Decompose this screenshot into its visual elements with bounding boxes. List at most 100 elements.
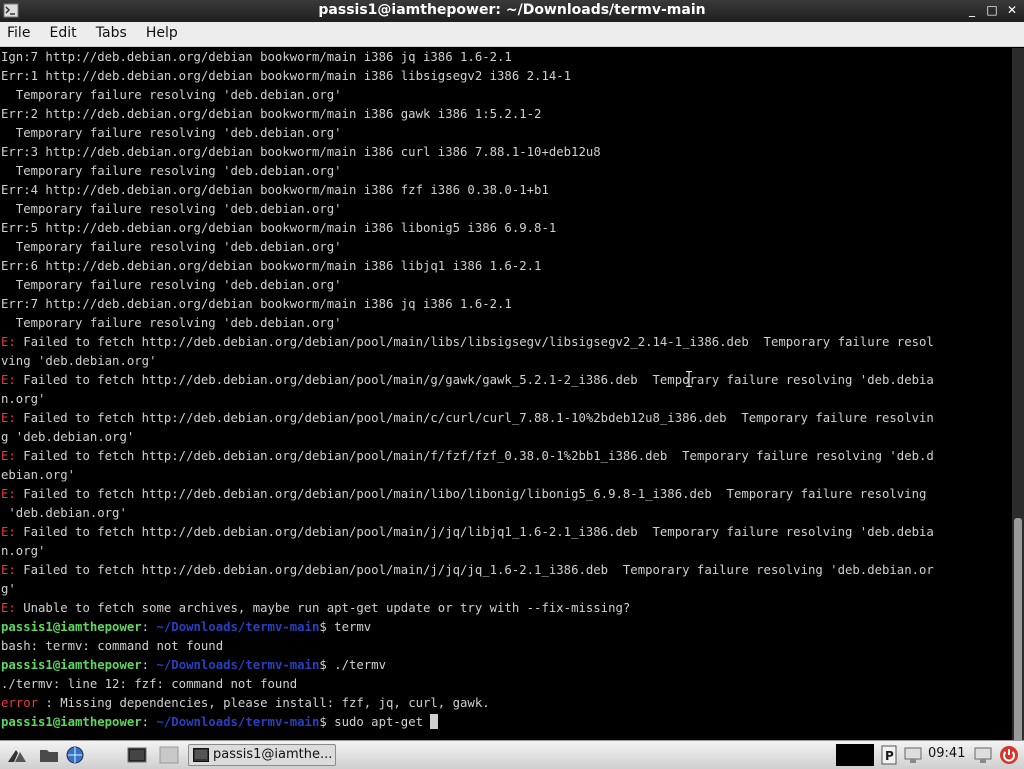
close-button[interactable]: ✕	[1004, 2, 1020, 18]
terminal-line: E: Failed to fetch http://deb.debian.org…	[0, 371, 1012, 390]
terminal-line: Temporary failure resolving 'deb.debian.…	[0, 314, 1012, 333]
output-text: Err:4 http://deb.debian.org/debian bookw…	[1, 183, 549, 197]
terminal-line: Err:4 http://deb.debian.org/debian bookw…	[0, 181, 1012, 200]
terminal-line: Err:1 http://deb.debian.org/debian bookw…	[0, 67, 1012, 86]
output-text: n.org'	[1, 544, 46, 558]
network-icon[interactable]	[902, 744, 924, 766]
svg-text:P: P	[885, 749, 894, 763]
output-text: Err:7 http://deb.debian.org/debian bookw…	[1, 297, 512, 311]
terminal-line: g 'deb.debian.org'	[0, 428, 1012, 447]
output-text: Err:6 http://deb.debian.org/debian bookw…	[1, 259, 542, 273]
web-browser-icon[interactable]	[64, 744, 86, 766]
terminal-line: Temporary failure resolving 'deb.debian.…	[0, 276, 1012, 295]
output-text: bash: termv: command not found	[1, 639, 224, 653]
terminal-line: n.org'	[0, 390, 1012, 409]
terminal-line: passis1@iamthepower: ~/Downloads/termv-m…	[0, 618, 1012, 637]
prompt-path: ~/Downloads/termv-main	[156, 658, 320, 672]
prompt-user: passis1@iamthepower	[1, 658, 142, 672]
tray-widget[interactable]	[836, 744, 874, 766]
task-label: passis1@iamthe...	[213, 747, 333, 762]
terminal-line: ving 'deb.debian.org'	[0, 352, 1012, 371]
volume-icon[interactable]	[972, 744, 994, 766]
error-marker: E:	[1, 373, 16, 387]
terminal-line: Ign:7 http://deb.debian.org/debian bookw…	[0, 48, 1012, 67]
output-text: Temporary failure resolving 'deb.debian.…	[1, 88, 342, 102]
terminal-line: n.org'	[0, 542, 1012, 561]
shutdown-icon[interactable]	[998, 744, 1020, 766]
output-text: Failed to fetch http://deb.debian.org/de…	[15, 563, 934, 577]
terminal-line: E: Failed to fetch http://deb.debian.org…	[0, 523, 1012, 542]
terminal-line: Err:7 http://deb.debian.org/debian bookw…	[0, 295, 1012, 314]
terminal-line: passis1@iamthepower: ~/Downloads/termv-m…	[0, 656, 1012, 675]
prompt-user: passis1@iamthepower	[1, 620, 142, 634]
scrollbar-thumb[interactable]	[1014, 518, 1022, 768]
error-marker: E:	[1, 335, 16, 349]
output-text: Temporary failure resolving 'deb.debian.…	[1, 164, 342, 178]
pager-icon[interactable]: P	[878, 744, 900, 766]
output-text: Unable to fetch some archives, maybe run…	[15, 601, 631, 615]
output-text: $ sudo apt-get	[319, 715, 431, 729]
error-marker: E:	[1, 411, 16, 425]
terminal-line: E: Failed to fetch http://deb.debian.org…	[0, 333, 1012, 352]
error-marker: E:	[1, 601, 16, 615]
output-text: Failed to fetch http://deb.debian.org/de…	[15, 373, 934, 387]
terminal-line: Temporary failure resolving 'deb.debian.…	[0, 86, 1012, 105]
output-text: Failed to fetch http://deb.debian.org/de…	[15, 525, 934, 539]
output-text: Failed to fetch http://deb.debian.org/de…	[15, 487, 927, 501]
terminal-line: Err:3 http://deb.debian.org/debian bookw…	[0, 143, 1012, 162]
window-titlebar[interactable]: passis1@iamthepower: ~/Downloads/termv-m…	[0, 0, 1024, 22]
error-marker: E:	[1, 525, 16, 539]
output-text: Err:1 http://deb.debian.org/debian bookw…	[1, 69, 572, 83]
menu-tabs[interactable]: Tabs	[89, 22, 134, 41]
minimize-button[interactable]: _	[964, 2, 980, 18]
terminal-line: Temporary failure resolving 'deb.debian.…	[0, 124, 1012, 143]
terminal-line: Temporary failure resolving 'deb.debian.…	[0, 238, 1012, 257]
terminal-line: 'deb.debian.org'	[0, 504, 1012, 523]
terminal-output[interactable]: Ign:7 http://deb.debian.org/debian bookw…	[0, 48, 1012, 740]
output-text: Err:2 http://deb.debian.org/debian bookw…	[1, 107, 542, 121]
file-manager-icon[interactable]	[38, 744, 60, 766]
terminal-task-icon	[193, 748, 209, 762]
output-text: g'	[1, 582, 16, 596]
error-marker: E:	[1, 449, 16, 463]
clock[interactable]: 09:41	[928, 746, 965, 761]
output-text: g 'deb.debian.org'	[1, 430, 135, 444]
menu-file[interactable]: File	[0, 22, 37, 41]
output-text: n.org'	[1, 392, 46, 406]
terminal-line: E: Failed to fetch http://deb.debian.org…	[0, 447, 1012, 466]
terminal-line: bash: termv: command not found	[0, 637, 1012, 656]
output-text: 'deb.debian.org'	[1, 506, 127, 520]
maximize-button[interactable]: □	[984, 2, 1000, 18]
taskbar-task-terminal[interactable]: passis1@iamthe...	[188, 744, 336, 766]
start-menu-icon[interactable]	[6, 744, 28, 766]
output-text: Temporary failure resolving 'deb.debian.…	[1, 126, 342, 140]
output-text: Failed to fetch http://deb.debian.org/de…	[15, 411, 934, 425]
terminal-line: E: Failed to fetch http://deb.debian.org…	[0, 409, 1012, 428]
terminal-line: passis1@iamthepower: ~/Downloads/termv-m…	[0, 713, 1012, 732]
error-marker: E:	[1, 487, 16, 501]
terminal-line: Err:2 http://deb.debian.org/debian bookw…	[0, 105, 1012, 124]
error-marker: error	[1, 696, 39, 710]
window-title: passis1@iamthepower: ~/Downloads/termv-m…	[318, 2, 706, 18]
terminal-scrollbar[interactable]	[1012, 48, 1024, 768]
output-text: :	[141, 715, 157, 729]
terminal-icon[interactable]	[126, 744, 148, 766]
output-text: $ ./termv	[319, 658, 386, 672]
terminal-line: error : Missing dependencies, please ins…	[0, 694, 1012, 713]
terminal-line: Err:5 http://deb.debian.org/debian bookw…	[0, 219, 1012, 238]
output-text: Temporary failure resolving 'deb.debian.…	[1, 316, 342, 330]
output-text: Failed to fetch http://deb.debian.org/de…	[15, 449, 934, 463]
terminal-line: ebian.org'	[0, 466, 1012, 485]
output-text: $ termv	[319, 620, 372, 634]
output-text: : Missing dependencies, please install: …	[38, 696, 490, 710]
output-text: Temporary failure resolving 'deb.debian.…	[1, 240, 342, 254]
output-text: Ign:7 http://deb.debian.org/debian bookw…	[1, 50, 512, 64]
blank-window-icon[interactable]	[158, 744, 180, 766]
prompt-user: passis1@iamthepower	[1, 715, 142, 729]
output-text: Err:5 http://deb.debian.org/debian bookw…	[1, 221, 557, 235]
menu-edit[interactable]: Edit	[43, 22, 84, 41]
terminal-line: Temporary failure resolving 'deb.debian.…	[0, 200, 1012, 219]
menu-help[interactable]: Help	[139, 22, 185, 41]
error-marker: E:	[1, 563, 16, 577]
output-text: Err:3 http://deb.debian.org/debian bookw…	[1, 145, 601, 159]
